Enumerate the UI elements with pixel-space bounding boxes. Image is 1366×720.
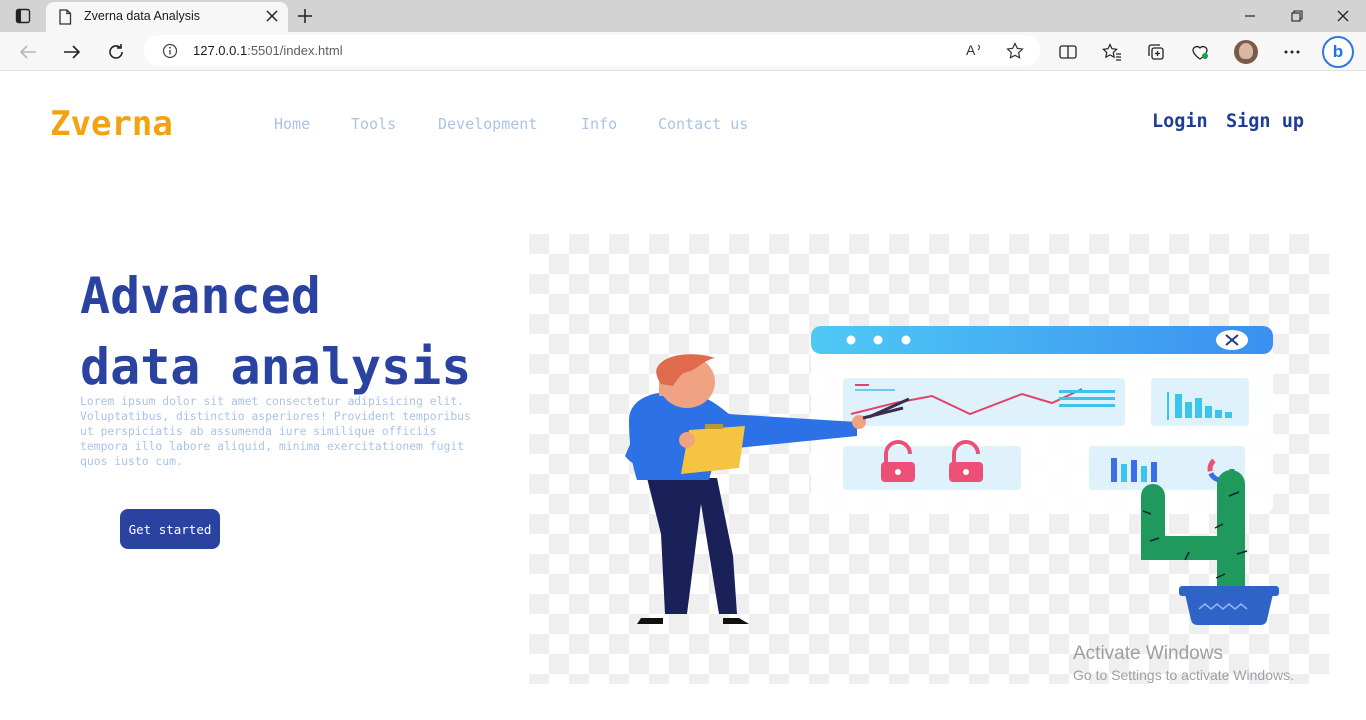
split-screen-icon[interactable]: [1055, 39, 1081, 65]
read-aloud-icon[interactable]: A: [966, 42, 984, 62]
windows-activation-watermark: Activate Windows Go to Settings to activ…: [1073, 643, 1294, 683]
tab-title: Zverna data Analysis: [84, 9, 201, 23]
signup-link[interactable]: Sign up: [1226, 111, 1304, 132]
url-text[interactable]: 127.0.0.1:5501/index.html: [193, 43, 343, 58]
bing-icon[interactable]: b: [1322, 36, 1354, 68]
page-icon: [58, 9, 72, 29]
hero-description: Lorem ipsum dolor sit amet consectetur a…: [80, 394, 471, 468]
watermark-subtitle: Go to Settings to activate Windows.: [1073, 667, 1294, 683]
profile-avatar[interactable]: [1234, 40, 1258, 64]
get-started-button[interactable]: Get started: [120, 509, 220, 549]
svg-text:A: A: [966, 42, 976, 58]
tab-actions-icon[interactable]: [14, 7, 32, 25]
nav-home[interactable]: Home: [274, 115, 310, 133]
info-icon[interactable]: [162, 43, 178, 63]
favorites-icon[interactable]: [1099, 39, 1125, 65]
login-link[interactable]: Login: [1152, 111, 1208, 132]
back-icon[interactable]: [15, 39, 41, 65]
webpage: Zverna Home Tools Development Info Conta…: [0, 71, 1366, 720]
tab-strip: Zverna data Analysis: [0, 0, 1366, 32]
close-icon[interactable]: [264, 8, 280, 24]
more-icon[interactable]: [1279, 39, 1305, 65]
browser-tab[interactable]: Zverna data Analysis: [46, 2, 288, 32]
hero-title: Advanced data analysis: [80, 267, 472, 396]
brand-logo[interactable]: Zverna: [50, 104, 173, 144]
window-close-icon[interactable]: [1320, 0, 1366, 32]
nav-development[interactable]: Development: [438, 115, 537, 133]
browser-toolbar: 127.0.0.1:5501/index.html A: [0, 32, 1366, 71]
nav-contact-us[interactable]: Contact us: [658, 115, 748, 133]
refresh-icon[interactable]: [103, 39, 129, 65]
favorite-star-icon[interactable]: [1006, 42, 1024, 64]
performance-icon[interactable]: [1187, 39, 1213, 65]
collections-icon[interactable]: [1143, 39, 1169, 65]
data-analysis-illustration: [529, 234, 1329, 684]
plus-icon[interactable]: [294, 6, 316, 26]
address-bar[interactable]: 127.0.0.1:5501/index.html A: [144, 35, 1040, 66]
restore-icon[interactable]: [1274, 0, 1320, 32]
nav-tools[interactable]: Tools: [351, 115, 396, 133]
watermark-title: Activate Windows: [1073, 643, 1223, 664]
forward-icon[interactable]: [59, 39, 85, 65]
nav-info[interactable]: Info: [581, 115, 617, 133]
minimize-icon[interactable]: [1227, 0, 1273, 32]
